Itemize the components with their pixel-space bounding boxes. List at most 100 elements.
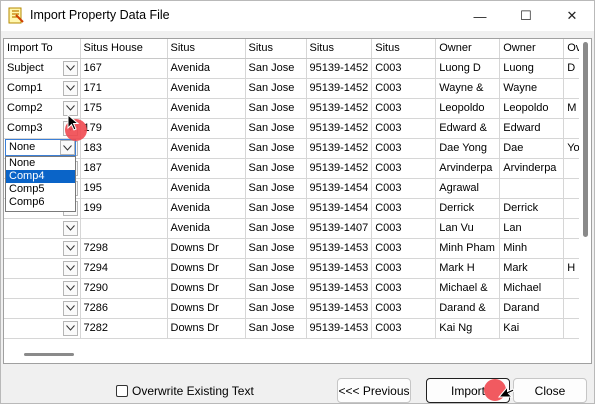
dropdown-option-highlighted[interactable]: Comp4 bbox=[6, 170, 75, 183]
table-cell[interactable]: Kai bbox=[499, 318, 565, 339]
table-cell[interactable]: San Jose bbox=[245, 218, 307, 239]
table-cell[interactable]: 95139-1454 bbox=[306, 178, 373, 199]
table-cell[interactable]: 167 bbox=[80, 58, 168, 79]
table-cell[interactable]: Kai Ng bbox=[435, 318, 501, 339]
import-to-combo-button[interactable] bbox=[62, 220, 78, 236]
table-cell[interactable]: San Jose bbox=[245, 138, 307, 159]
vertical-scrollbar[interactable] bbox=[579, 39, 591, 363]
table-cell[interactable]: Mark H bbox=[435, 258, 501, 279]
table-cell[interactable]: Arvinderpa bbox=[435, 158, 501, 179]
table-cell[interactable]: 95139-1453 bbox=[306, 298, 373, 319]
close-button[interactable]: Close bbox=[513, 378, 587, 403]
table-cell[interactable]: 95139-1454 bbox=[306, 198, 373, 219]
import-to-dropdown-list[interactable]: None Comp4 Comp5 Comp6 bbox=[5, 156, 76, 212]
table-cell[interactable]: C003 bbox=[371, 218, 437, 239]
table-row[interactable]: 7298 Downs Dr San Jose 95139-1453 C003 Minh P… bbox=[4, 238, 586, 259]
table-row[interactable]: Comp1 171 Avenida San Jose 95139-1452 C003 Way… bbox=[4, 78, 586, 99]
import-to-combo-button[interactable] bbox=[62, 80, 78, 96]
table-cell[interactable]: 95139-1452 bbox=[306, 118, 373, 139]
column-header-owner-1[interactable]: Owner bbox=[435, 39, 501, 59]
table-cell[interactable]: C003 bbox=[371, 238, 437, 259]
table-cell[interactable]: 179 bbox=[80, 118, 168, 139]
table-cell[interactable]: Avenida bbox=[167, 78, 246, 99]
table-cell[interactable]: Dae Yong bbox=[435, 138, 501, 159]
table-cell[interactable]: 7286 bbox=[80, 298, 168, 319]
import-to-cell[interactable]: Comp1 bbox=[4, 78, 81, 99]
table-cell[interactable]: San Jose bbox=[245, 118, 307, 139]
table-cell[interactable]: Wayne bbox=[499, 78, 565, 99]
table-cell[interactable]: C003 bbox=[371, 138, 437, 159]
table-cell[interactable]: San Jose bbox=[245, 318, 307, 339]
table-cell[interactable]: 95139-1452 bbox=[306, 78, 373, 99]
table-cell[interactable]: Lan Vu bbox=[435, 218, 501, 239]
table-cell[interactable]: 195 bbox=[80, 178, 168, 199]
import-to-cell[interactable] bbox=[4, 258, 81, 279]
table-cell[interactable]: San Jose bbox=[245, 78, 307, 99]
maximize-button[interactable]: ☐ bbox=[503, 1, 549, 31]
column-header-situs-zip[interactable]: Situs bbox=[306, 39, 373, 59]
table-cell[interactable]: Leopoldo bbox=[499, 98, 565, 119]
table-row[interactable]: None 183AvenidaSan Jose95139-1452C003Dae … bbox=[4, 138, 586, 159]
table-cell[interactable]: San Jose bbox=[245, 198, 307, 219]
import-to-combo-button[interactable] bbox=[62, 320, 78, 336]
horizontal-scroll-thumb[interactable] bbox=[24, 353, 74, 356]
table-cell[interactable]: 95139-1453 bbox=[306, 318, 373, 339]
overwrite-existing-checkbox[interactable] bbox=[116, 385, 128, 397]
table-cell[interactable]: Avenida bbox=[167, 218, 246, 239]
table-cell[interactable]: 95139-1452 bbox=[306, 98, 373, 119]
import-to-combo-button[interactable] bbox=[62, 240, 78, 256]
table-cell[interactable]: Arvinderpa bbox=[499, 158, 565, 179]
table-cell[interactable]: San Jose bbox=[245, 178, 307, 199]
table-cell[interactable]: 7282 bbox=[80, 318, 168, 339]
table-cell[interactable]: Darand & bbox=[435, 298, 501, 319]
table-cell[interactable]: Agrawal bbox=[435, 178, 501, 199]
table-row[interactable]: 7294 Downs Dr San Jose 95139-1453 C003 Mark H… bbox=[4, 258, 586, 279]
table-cell[interactable]: C003 bbox=[371, 78, 437, 99]
table-cell[interactable]: 183 bbox=[80, 138, 168, 159]
property-data-grid[interactable]: Import To Situs House Situs Situs Situs … bbox=[3, 38, 592, 364]
dropdown-option[interactable]: Comp5 bbox=[6, 183, 75, 196]
table-row[interactable]: Subject 167 Avenida San Jose 95139-1452 C003 L… bbox=[4, 58, 586, 79]
table-cell[interactable]: San Jose bbox=[245, 58, 307, 79]
table-cell[interactable]: San Jose bbox=[245, 238, 307, 259]
table-cell[interactable]: Leopoldo bbox=[435, 98, 501, 119]
table-cell[interactable]: Michael bbox=[499, 278, 565, 299]
import-to-cell[interactable] bbox=[4, 278, 81, 299]
vertical-scroll-thumb[interactable] bbox=[583, 42, 588, 237]
import-to-cell[interactable] bbox=[4, 238, 81, 259]
table-cell[interactable]: Michael & bbox=[435, 278, 501, 299]
table-cell[interactable]: Edward & bbox=[435, 118, 501, 139]
combo-dropdown-button[interactable] bbox=[60, 140, 75, 155]
table-cell[interactable]: 95139-1453 bbox=[306, 278, 373, 299]
table-cell[interactable]: C003 bbox=[371, 58, 437, 79]
table-cell[interactable]: 95139-1407 bbox=[306, 218, 373, 239]
table-row[interactable]: 7286 Downs Dr San Jose 95139-1453 C003 Darand… bbox=[4, 298, 586, 319]
table-cell[interactable]: Avenida bbox=[167, 178, 246, 199]
table-cell[interactable]: Derrick bbox=[499, 198, 565, 219]
table-cell[interactable]: C003 bbox=[371, 278, 437, 299]
table-cell[interactable]: 95139-1452 bbox=[306, 58, 373, 79]
table-cell[interactable]: C003 bbox=[371, 298, 437, 319]
table-cell[interactable]: Mark bbox=[499, 258, 565, 279]
table-cell[interactable] bbox=[499, 178, 565, 199]
table-cell[interactable]: 175 bbox=[80, 98, 168, 119]
table-cell[interactable]: 199 bbox=[80, 198, 168, 219]
table-cell[interactable] bbox=[80, 218, 168, 239]
table-cell[interactable]: 7290 bbox=[80, 278, 168, 299]
table-cell[interactable]: 95139-1453 bbox=[306, 238, 373, 259]
table-cell[interactable]: C003 bbox=[371, 198, 437, 219]
table-row[interactable]: Avenida San Jose 95139-1407 C003 Lan Vu Lan bbox=[4, 218, 586, 239]
column-header-situs-house[interactable]: Situs House bbox=[80, 39, 168, 59]
table-cell[interactable]: 95139-1452 bbox=[306, 138, 373, 159]
import-to-combo-button[interactable] bbox=[62, 280, 78, 296]
column-header-situs-street[interactable]: Situs bbox=[167, 39, 246, 59]
import-to-cell[interactable] bbox=[4, 318, 81, 339]
table-cell[interactable]: Downs Dr bbox=[167, 258, 246, 279]
table-cell[interactable]: Downs Dr bbox=[167, 238, 246, 259]
dropdown-option[interactable]: Comp6 bbox=[6, 196, 75, 209]
table-cell[interactable]: Darand bbox=[499, 298, 565, 319]
table-row[interactable]: Comp2 175 Avenida San Jose 95139-1452 C003 Leo… bbox=[4, 98, 586, 119]
table-cell[interactable]: C003 bbox=[371, 98, 437, 119]
table-cell[interactable]: C003 bbox=[371, 118, 437, 139]
table-cell[interactable]: San Jose bbox=[245, 258, 307, 279]
